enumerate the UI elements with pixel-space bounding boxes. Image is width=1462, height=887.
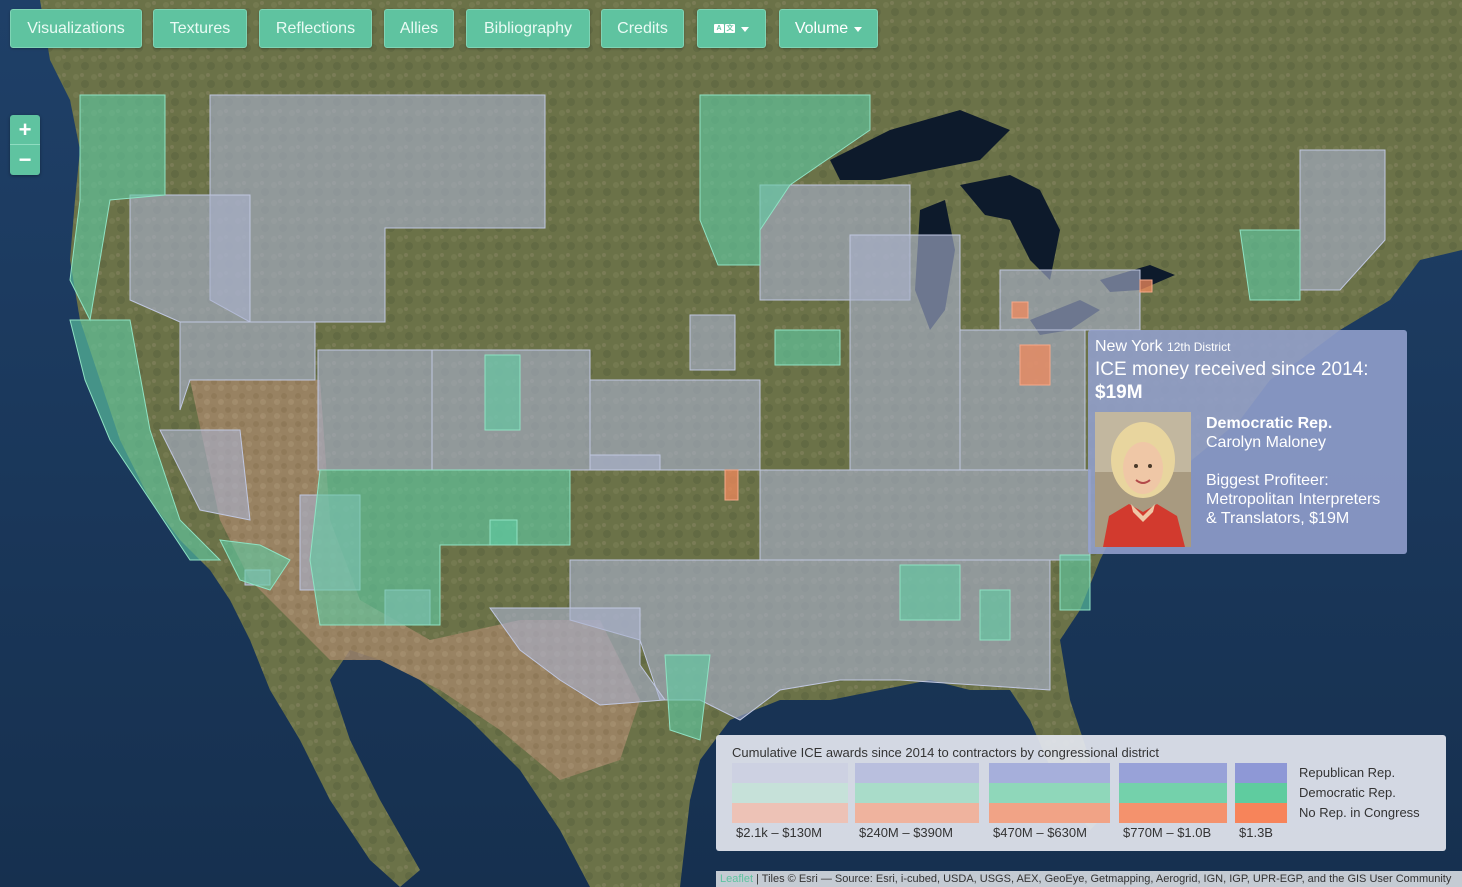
legend-swatch-3 bbox=[989, 763, 1110, 823]
range-label-5: $1.3B bbox=[1239, 825, 1273, 840]
map-legend: Cumulative ICE awards since 2014 to cont… bbox=[716, 735, 1446, 851]
attribution-text: | Tiles © Esri — Source: Esri, i-cubed, … bbox=[753, 873, 1452, 885]
district-number: 12th District bbox=[1167, 340, 1231, 354]
district-info-panel: New York 12th District ICE money receive… bbox=[1088, 330, 1407, 554]
swatch-republican-5 bbox=[1235, 763, 1287, 783]
swatch-republican-2 bbox=[855, 763, 979, 783]
chevron-down-icon bbox=[854, 27, 863, 32]
nav-textures-button[interactable]: Textures bbox=[153, 9, 247, 48]
nav-allies-label: Allies bbox=[399, 19, 439, 37]
district-heading: New York 12th District bbox=[1095, 338, 1400, 356]
swatch-none-3 bbox=[989, 803, 1110, 823]
swatch-democratic-4 bbox=[1119, 783, 1227, 803]
nav-credits-button[interactable]: Credits bbox=[601, 9, 684, 48]
range-label-4: $770M – $1.0B bbox=[1123, 825, 1212, 840]
legend-swatch-1 bbox=[732, 763, 848, 823]
range-label-2: $240M – $390M bbox=[859, 825, 953, 840]
swatch-republican-1 bbox=[732, 763, 848, 783]
representative-party: Democratic Rep. bbox=[1206, 415, 1333, 432]
swatch-none-4 bbox=[1119, 803, 1227, 823]
range-label-3: $470M – $630M bbox=[993, 825, 1087, 840]
volume-label: Volume bbox=[794, 19, 849, 37]
swatch-republican-3 bbox=[989, 763, 1110, 783]
legend-swatch-5 bbox=[1235, 763, 1287, 823]
zoom-out-button[interactable]: − bbox=[10, 145, 40, 175]
nav-credits-label: Credits bbox=[617, 19, 668, 37]
swatch-none-1 bbox=[732, 803, 848, 823]
translate-icon: A文 bbox=[714, 24, 735, 33]
nav-reflections-button[interactable]: Reflections bbox=[259, 9, 372, 48]
key-no-rep: No Rep. in Congress bbox=[1299, 805, 1420, 820]
swatch-republican-4 bbox=[1119, 763, 1227, 783]
swatch-none-5 bbox=[1235, 803, 1287, 823]
profiteer-label: Biggest Profiteer: bbox=[1206, 472, 1329, 489]
money-label: ICE money received since 2014: bbox=[1095, 359, 1369, 380]
nav-allies-button[interactable]: Allies bbox=[384, 9, 454, 48]
swatch-democratic-2 bbox=[855, 783, 979, 803]
representative-photo bbox=[1095, 412, 1191, 547]
range-label-1: $2.1k – $130M bbox=[736, 825, 823, 840]
swatch-democratic-3 bbox=[989, 783, 1110, 803]
key-republican: Republican Rep. bbox=[1299, 765, 1396, 780]
key-democratic: Democratic Rep. bbox=[1299, 785, 1396, 800]
nav-visualizations-button[interactable]: Visualizations bbox=[10, 9, 142, 48]
nav-bibliography-button[interactable]: Bibliography bbox=[466, 9, 590, 48]
map-attribution: Leaflet | Tiles © Esri — Source: Esri, i… bbox=[716, 871, 1462, 887]
profiteer-name-line2: & Translators, $19M bbox=[1206, 510, 1350, 527]
nav-reflections-label: Reflections bbox=[275, 19, 356, 37]
volume-dropdown-button[interactable]: Volume bbox=[779, 9, 878, 48]
profiteer-name-line1: Metropolitan Interpreters bbox=[1206, 491, 1381, 508]
swatch-democratic-5 bbox=[1235, 783, 1287, 803]
nav-visualizations-label: Visualizations bbox=[27, 19, 125, 37]
nav-textures-label: Textures bbox=[169, 19, 231, 37]
legend-swatch-4 bbox=[1119, 763, 1227, 823]
representative-name: Carolyn Maloney bbox=[1206, 434, 1327, 451]
zoom-control: + − bbox=[10, 115, 40, 175]
chevron-down-icon bbox=[741, 27, 749, 32]
leaflet-link[interactable]: Leaflet bbox=[720, 873, 753, 885]
swatch-none-2 bbox=[855, 803, 979, 823]
nav-bibliography-label: Bibliography bbox=[483, 19, 573, 37]
money-value: $19M bbox=[1095, 382, 1143, 403]
swatch-democratic-1 bbox=[732, 783, 848, 803]
legend-title: Cumulative ICE awards since 2014 to cont… bbox=[732, 745, 1160, 760]
language-dropdown-button[interactable]: A文 bbox=[697, 9, 766, 48]
district-state: New York bbox=[1095, 338, 1163, 355]
zoom-in-button[interactable]: + bbox=[10, 115, 40, 145]
legend-swatch-2 bbox=[855, 763, 979, 823]
